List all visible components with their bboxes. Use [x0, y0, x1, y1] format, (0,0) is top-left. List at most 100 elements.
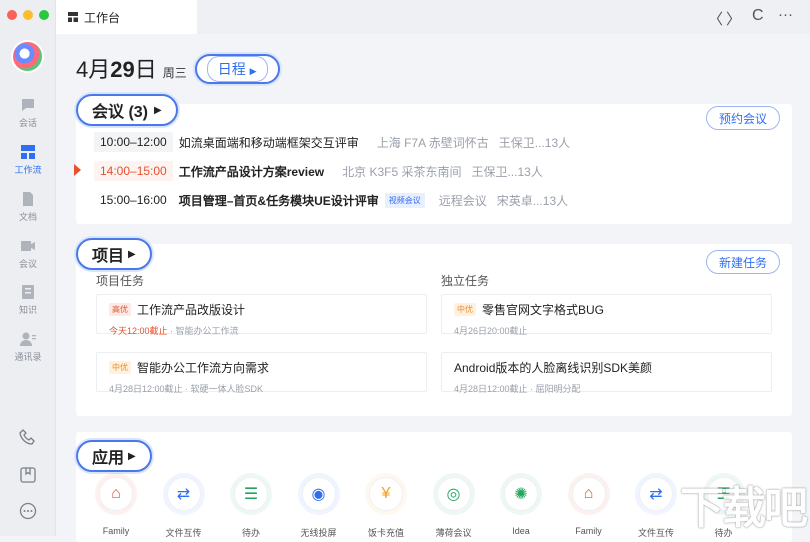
- sidebar-item-docs[interactable]: 文档: [0, 191, 56, 223]
- tab-workbench[interactable]: 工作台: [56, 0, 197, 34]
- app-tile[interactable]: ◉ 无线投屏: [289, 477, 349, 539]
- app-label: 文件互传: [165, 528, 202, 538]
- sidebar-item-knowledge[interactable]: 知识: [0, 284, 56, 316]
- sidebar: 会话 工作流 文档 会议 知识 通讯录: [0, 0, 56, 536]
- caret-right-icon: ▶: [249, 66, 257, 76]
- sidebar-item-chat[interactable]: 会话: [0, 97, 56, 129]
- task-due: 今天12:00截止: [109, 326, 168, 336]
- meeting-row[interactable]: 15:00–16:00 项目管理–首页&任务模块UE设计评审 视频会议 远程会议…: [94, 190, 578, 210]
- meetings-card: 会议 (3) ▶ 预约会议 10:00–12:00 如流桌面端和移动端框架交互评…: [74, 94, 792, 224]
- app-label: 饭卡充值: [367, 528, 404, 538]
- task-meta: 4月28日12:00截止 · 软硬一体人脸SDK: [109, 384, 264, 394]
- app-tile[interactable]: ⌂ Family: [86, 477, 146, 536]
- task-card[interactable]: 中优 智能办公工作流方向需求 4月28日12:00截止 · 软硬一体人脸SDK: [96, 352, 427, 394]
- app-tile[interactable]: ¥ 饭卡充值: [356, 477, 416, 539]
- caret-right-icon: ▶: [128, 248, 136, 260]
- app-tile[interactable]: ✺ Idea: [491, 477, 551, 536]
- meeting-location: 远程会议: [438, 193, 487, 208]
- caret-right-icon: ▶: [128, 450, 136, 462]
- meeting-people: 宋英卓...13人: [496, 193, 569, 208]
- date-header: 4月29日 周三 日程 ▶: [76, 52, 280, 87]
- meeting-title: 项目管理–首页&任务模块UE设计评审: [178, 193, 379, 208]
- meeting-time: 15:00–16:00: [94, 190, 173, 210]
- zoom-window-button[interactable]: [39, 10, 49, 20]
- app-tile[interactable]: ◎ 薄荷会议: [424, 477, 484, 539]
- app-label: Family: [102, 526, 130, 536]
- task-title: 智能办公工作流方向需求: [137, 361, 270, 375]
- app-tile[interactable]: ⌂ Family: [559, 477, 619, 536]
- home-icon: ⌂: [99, 477, 133, 511]
- app-tile[interactable]: ⇄ 文件互传: [154, 477, 214, 539]
- sidebar-item-label: 知识: [18, 305, 37, 315]
- forward-icon[interactable]: 〉: [726, 8, 741, 29]
- meeting-people: 王保卫...13人: [471, 164, 543, 179]
- new-task-button[interactable]: 新建任务: [705, 250, 780, 274]
- priority-badge: 中优: [109, 361, 131, 374]
- meetings-title: 会议 (3): [92, 104, 149, 121]
- chat-icon: [22, 99, 34, 111]
- todo-icon: ☰: [234, 477, 268, 511]
- sidebar-item-workflow[interactable]: 工作流: [0, 144, 56, 176]
- projects-title: 项目: [92, 248, 125, 265]
- task-meta: 4月28日12:00截止 · 屈阳明分配: [454, 384, 581, 394]
- app-tile[interactable]: ☰ 待办: [221, 477, 281, 539]
- current-meeting-marker: [74, 164, 81, 176]
- task-title: 零售官网文字格式BUG: [482, 303, 605, 317]
- close-window-button[interactable]: [7, 10, 17, 20]
- main-content: 4月29日 周三 日程 ▶ 会议 (3) ▶ 预约会议 10:00–12:00 …: [56, 34, 810, 542]
- contacts-icon: [20, 332, 36, 346]
- schedule-button[interactable]: 日程 ▶: [194, 54, 280, 84]
- task-card[interactable]: Android版本的人脸离线识别SDK美颜 4月28日12:00截止 · 屈阳明…: [441, 352, 772, 394]
- tab-title: 工作台: [84, 10, 121, 25]
- meeting-location: 上海 F7A 赤壁词怀古: [376, 135, 489, 150]
- yen-icon: ¥: [369, 477, 403, 511]
- priority-badge: 中优: [454, 303, 476, 316]
- task-meta: 4月26日20:00截止: [454, 326, 528, 336]
- phone-icon[interactable]: [19, 428, 37, 446]
- schedule-label: 日程: [217, 61, 246, 77]
- meetings-section-button[interactable]: 会议 (3) ▶: [76, 94, 178, 126]
- task-card[interactable]: 高优 工作流产品改版设计 今天12:00截止 · 智能办公工作流: [96, 294, 427, 336]
- standalone-tasks-label: 独立任务: [441, 274, 490, 288]
- window-controls: [7, 10, 49, 20]
- weekday-label: 周三: [162, 66, 187, 80]
- refresh-icon[interactable]: C: [752, 7, 764, 25]
- meeting-row[interactable]: 10:00–12:00 如流桌面端和移动端框架交互评审 上海 F7A 赤壁词怀古…: [94, 132, 580, 152]
- app-label: 薄荷会议: [435, 528, 472, 538]
- avatar[interactable]: [11, 40, 44, 73]
- video-icon: [21, 241, 35, 251]
- date-label: 4月29日: [76, 57, 157, 82]
- more-options-icon[interactable]: ···: [778, 6, 793, 23]
- more-icon[interactable]: [19, 502, 37, 520]
- task-title: Android版本的人脸离线识别SDK美颜: [454, 361, 653, 375]
- priority-badge: 高优: [109, 303, 131, 316]
- watermark-logo: 下载吧: [680, 484, 808, 533]
- app-label: Family: [575, 526, 602, 536]
- document-icon: [23, 192, 33, 206]
- sidebar-item-meeting[interactable]: 会议: [0, 238, 56, 270]
- workflow-icon: [68, 12, 78, 22]
- app-tile[interactable]: ⇄ 文件互传: [626, 477, 686, 539]
- project-tasks-label: 项目任务: [96, 274, 145, 288]
- wifi-icon: ◉: [301, 477, 336, 511]
- sidebar-item-label: 会议: [18, 259, 37, 269]
- meeting-row[interactable]: 14:00–15:00 工作流产品设计方案review 北京 K3F5 采茶东南…: [94, 161, 553, 181]
- apps-section-button[interactable]: 应用 ▶: [76, 440, 152, 472]
- task-card[interactable]: 中优 零售官网文字格式BUG 4月26日20:00截止: [441, 294, 772, 336]
- transfer-icon: ⇄: [166, 477, 201, 511]
- minimize-window-button[interactable]: [23, 10, 33, 20]
- projects-section-button[interactable]: 项目 ▶: [76, 238, 152, 270]
- app-label: 文件互传: [637, 528, 674, 538]
- task-title: 工作流产品改版设计: [137, 303, 246, 317]
- task-meta: · 智能办公工作流: [167, 326, 239, 336]
- back-icon[interactable]: 〈: [708, 8, 723, 29]
- meeting-title: 如流桌面端和移动端框架交互评审: [178, 135, 359, 150]
- projects-card: 项目 ▶ 新建任务 项目任务 独立任务 高优 工作流产品改版设计 今天12:00截…: [76, 238, 792, 416]
- book-meeting-button[interactable]: 预约会议: [705, 106, 780, 130]
- bulb-icon: ✺: [504, 477, 538, 511]
- sidebar-item-contacts[interactable]: 通讯录: [0, 331, 56, 363]
- sidebar-item-label: 文档: [18, 212, 37, 222]
- bookmark-icon[interactable]: [19, 466, 37, 484]
- meeting-time: 14:00–15:00: [94, 161, 173, 181]
- transfer-icon: ⇄: [639, 477, 673, 511]
